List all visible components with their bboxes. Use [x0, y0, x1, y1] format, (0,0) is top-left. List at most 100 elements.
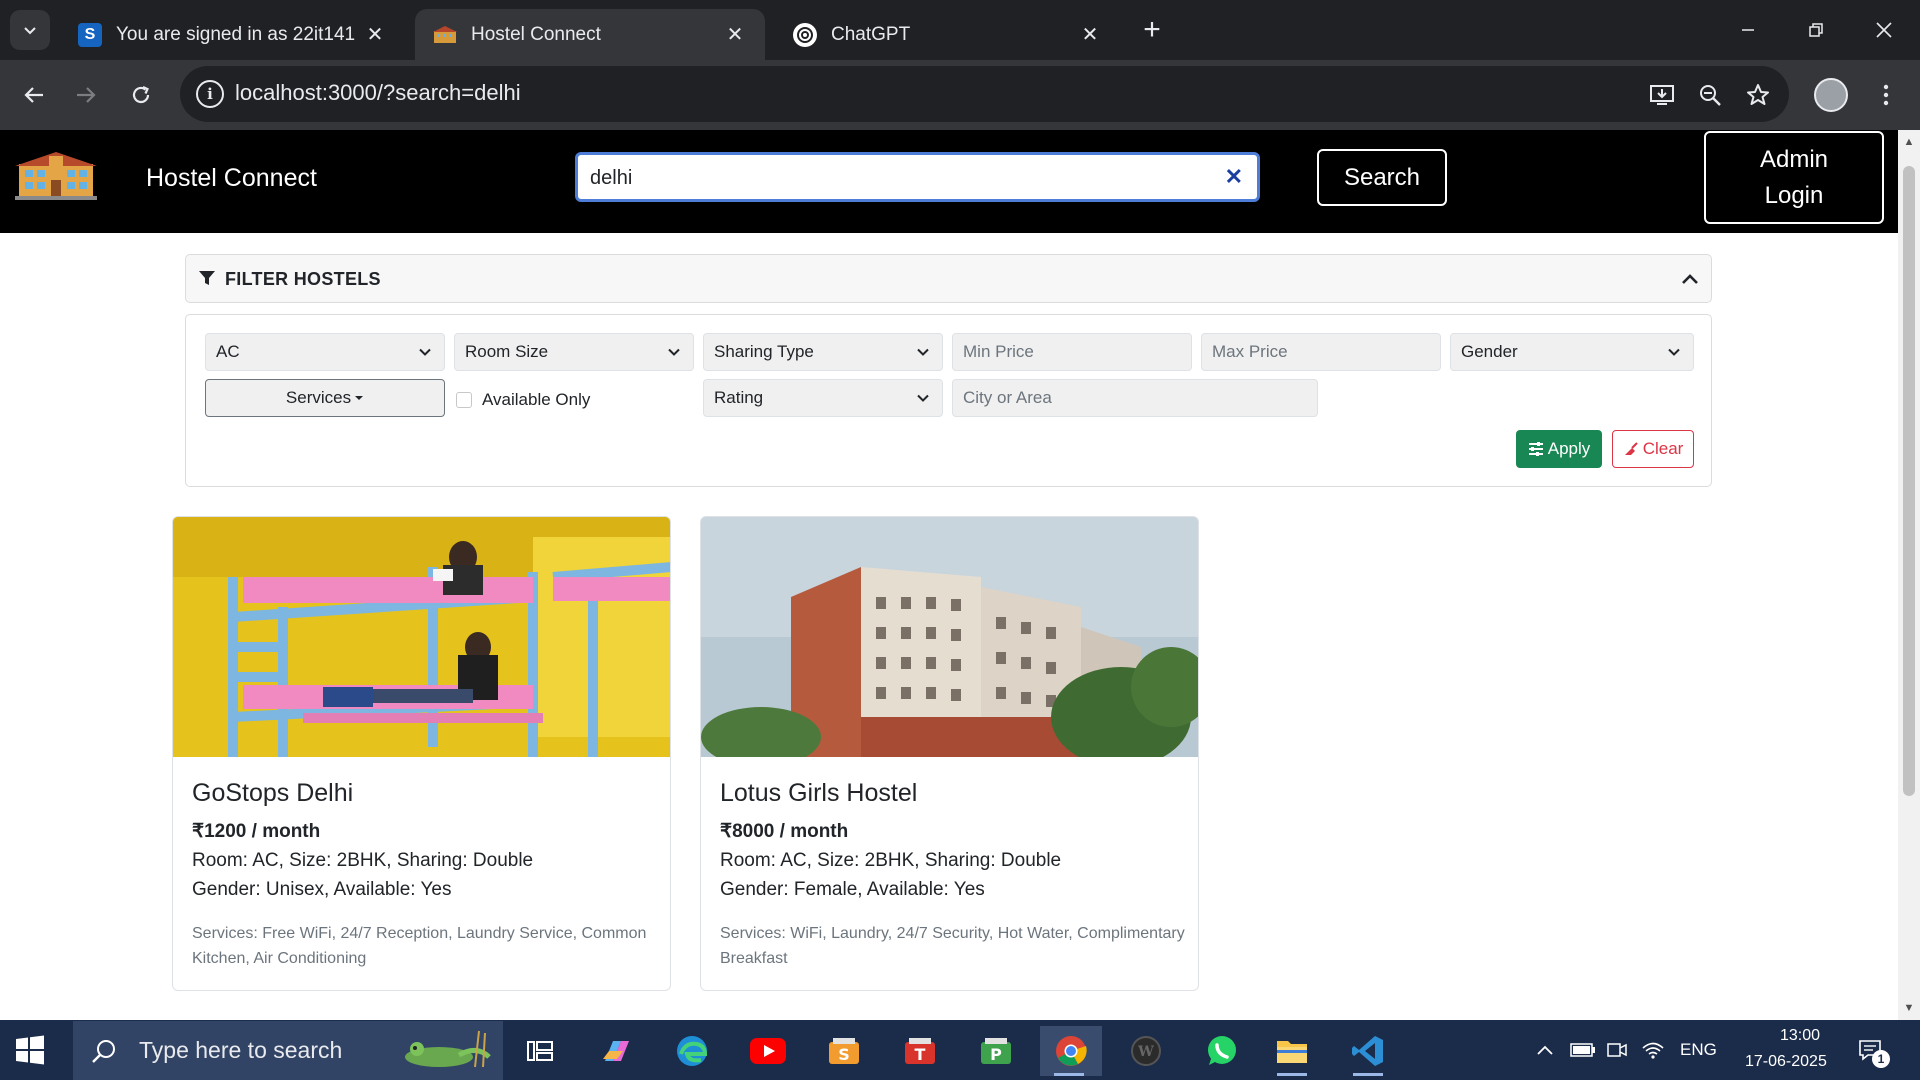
close-icon[interactable]: ✕ [723, 23, 747, 47]
star-icon [1747, 84, 1769, 105]
zoom-button[interactable] [1690, 75, 1730, 115]
available-only-checkbox[interactable] [456, 392, 472, 408]
rating-select[interactable]: Rating [703, 379, 943, 417]
admin-login-button[interactable]: Admin Login [1704, 131, 1884, 224]
url-text[interactable]: localhost:3000/?search=delhi [235, 80, 521, 106]
chevron-down-icon [419, 348, 431, 356]
browser-menu-button[interactable] [1866, 75, 1906, 115]
filter-accordion-header[interactable]: FILTER HOSTELS [185, 254, 1712, 303]
chevron-up-icon[interactable] [1679, 268, 1701, 290]
page-scrollbar[interactable]: ▲ ▼ [1898, 130, 1920, 1020]
tab-hostel-connect[interactable]: Hostel Connect ✕ [415, 9, 765, 60]
chatgpt-icon [793, 22, 817, 47]
site-brand[interactable]: Hostel Connect [146, 164, 317, 193]
hostel-name[interactable]: GoStops Delhi [192, 779, 353, 808]
available-only-toggle[interactable]: Available Only [456, 390, 590, 410]
task-view-icon [527, 1041, 553, 1061]
chevron-down-icon [24, 27, 36, 35]
search-input[interactable] [590, 163, 1190, 193]
apply-label: Apply [1547, 439, 1591, 458]
chrome-app[interactable] [1040, 1026, 1102, 1076]
install-icon [1650, 85, 1674, 105]
vscode-app[interactable] [1339, 1026, 1397, 1076]
youtube-app[interactable] [739, 1026, 797, 1076]
web-page: Hostel Connect ✕ Search Admin Login FILT… [0, 130, 1898, 1020]
app-shortcut-t[interactable]: T [891, 1026, 949, 1076]
sliders-icon [1528, 442, 1543, 456]
room-size-select[interactable]: Room Size [454, 333, 694, 371]
caret-down-icon [355, 396, 364, 400]
wordpress-app[interactable]: W [1117, 1026, 1175, 1076]
scroll-up-icon[interactable]: ▲ [1903, 136, 1915, 148]
minimize-button[interactable] [1726, 10, 1770, 50]
browser-tab-bar: S You are signed in as 22it141 ✕ Hostel … [0, 0, 1920, 60]
hostel-room-details: Room: AC, Size: 2BHK, Sharing: Double [192, 850, 534, 871]
address-bar[interactable]: i localhost:3000/?search=delhi [180, 66, 1789, 122]
profile-avatar[interactable] [1814, 78, 1848, 112]
sharing-type-select[interactable]: Sharing Type [703, 333, 943, 371]
filter-panel: AC Room Size Sharing Type Min Price Max … [185, 314, 1712, 487]
services-dropdown-button[interactable]: Services [205, 379, 445, 417]
folder-icon [1277, 1041, 1307, 1063]
clear-search-icon[interactable]: ✕ [1225, 164, 1243, 190]
whatsapp-icon [1208, 1036, 1236, 1065]
clock-date[interactable]: 17-06-2025 [1745, 1053, 1827, 1071]
svg-text:S: S [838, 1045, 850, 1064]
reload-icon [132, 85, 150, 104]
forward-button[interactable] [66, 75, 106, 115]
windows-start-icon[interactable] [14, 1034, 46, 1066]
language-indicator[interactable]: ENG [1680, 1040, 1717, 1060]
site-info-icon[interactable]: i [196, 80, 224, 108]
clear-label: Clear [1642, 439, 1684, 458]
wifi-icon[interactable] [1640, 1038, 1666, 1062]
back-button[interactable] [14, 75, 54, 115]
restore-button[interactable] [1794, 10, 1838, 50]
taskbar-search[interactable]: Type here to search [73, 1021, 503, 1080]
services-label: Services [285, 388, 352, 407]
whatsapp-app[interactable] [1193, 1026, 1251, 1076]
close-window-button[interactable] [1862, 10, 1906, 50]
min-price-input[interactable]: Min Price [952, 333, 1192, 371]
battery-icon[interactable] [1570, 1038, 1596, 1062]
copilot-app[interactable] [587, 1026, 645, 1076]
install-app-button[interactable] [1642, 75, 1682, 115]
youtube-icon [750, 1038, 786, 1064]
file-explorer-app[interactable] [1263, 1026, 1321, 1076]
search-button[interactable]: Search [1317, 149, 1447, 206]
notification-center-button[interactable]: 1 [1856, 1036, 1890, 1068]
max-price-input[interactable]: Max Price [1201, 333, 1441, 371]
app-s-icon: S [829, 1038, 859, 1064]
bookmark-button[interactable] [1738, 75, 1778, 115]
city-input[interactable]: City or Area [952, 379, 1318, 417]
apply-button[interactable]: Apply [1516, 430, 1602, 468]
edge-app[interactable] [663, 1026, 721, 1076]
close-icon[interactable]: ✕ [1078, 23, 1102, 47]
gender-select[interactable]: Gender [1450, 333, 1694, 371]
hostel-room-details: Room: AC, Size: 2BHK, Sharing: Double [720, 850, 1062, 871]
hostel-card[interactable]: Lotus Girls Hostel ₹8000 / month Room: A… [700, 516, 1199, 991]
hostel-card[interactable]: GoStops Delhi ₹1200 / month Room: AC, Si… [172, 516, 671, 991]
hostel-logo-icon[interactable] [15, 150, 97, 200]
reload-button[interactable] [121, 75, 161, 115]
tab-signed-in[interactable]: S You are signed in as 22it141 ✕ [60, 9, 405, 60]
app-shortcut-s[interactable]: S [815, 1026, 873, 1076]
scroll-thumb[interactable] [1903, 166, 1915, 796]
hostel-name[interactable]: Lotus Girls Hostel [720, 779, 917, 808]
vscode-icon [1352, 1036, 1383, 1066]
ac-select[interactable]: AC [205, 333, 445, 371]
tab-search-button[interactable] [10, 10, 50, 50]
frog-illustration-icon [405, 1030, 491, 1068]
clock-time[interactable]: 13:00 [1760, 1027, 1840, 1045]
close-icon[interactable]: ✕ [363, 23, 387, 47]
app-shortcut-p[interactable]: P [967, 1026, 1025, 1076]
s-badge-icon: S [78, 22, 102, 47]
tab-chatgpt[interactable]: ChatGPT ✕ [775, 9, 1120, 60]
filter-title: FILTER HOSTELS [225, 269, 381, 289]
meet-now-icon[interactable] [1604, 1038, 1630, 1062]
show-hidden-icons-button[interactable] [1532, 1038, 1558, 1062]
new-tab-button[interactable]: + [1136, 13, 1168, 46]
clear-button[interactable]: Clear [1612, 430, 1694, 468]
scroll-down-icon[interactable]: ▼ [1903, 1002, 1915, 1014]
search-box[interactable]: ✕ [575, 152, 1260, 202]
task-view-button[interactable] [511, 1026, 569, 1076]
